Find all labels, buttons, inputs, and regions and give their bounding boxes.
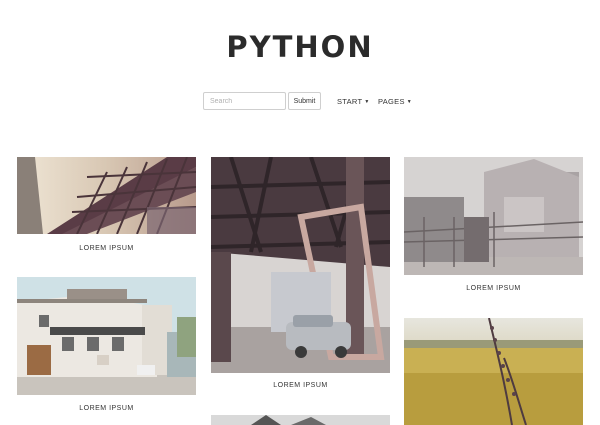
nav-start-menu[interactable]: START ▼ [337,97,370,106]
site-title[interactable]: PYTHON [0,30,600,64]
gallery-caption[interactable]: LOREM IPSUM [17,245,196,252]
gallery-photo-factory[interactable] [404,157,583,275]
gallery-photo-field[interactable] [404,318,583,425]
chevron-down-icon: ▼ [406,99,413,105]
submit-button[interactable]: Submit [288,92,321,110]
search-input[interactable] [203,92,286,110]
gallery-caption[interactable]: LOREM IPSUM [211,382,390,389]
chevron-down-icon: ▼ [364,99,370,105]
gallery-caption[interactable]: LOREM IPSUM [404,285,583,292]
gallery-photo-trees[interactable] [211,415,390,425]
nav-pages-label: PAGES [378,97,405,106]
gallery-photo-street-house[interactable] [17,277,196,395]
nav-start-label: START [337,97,363,106]
gallery-photo-bridge-structure[interactable] [17,157,196,234]
gallery-caption[interactable]: LOREM IPSUM [17,405,196,412]
nav-pages-menu[interactable]: PAGES ▼ [378,97,412,106]
gallery-photo-rail-underpass[interactable] [211,157,390,373]
